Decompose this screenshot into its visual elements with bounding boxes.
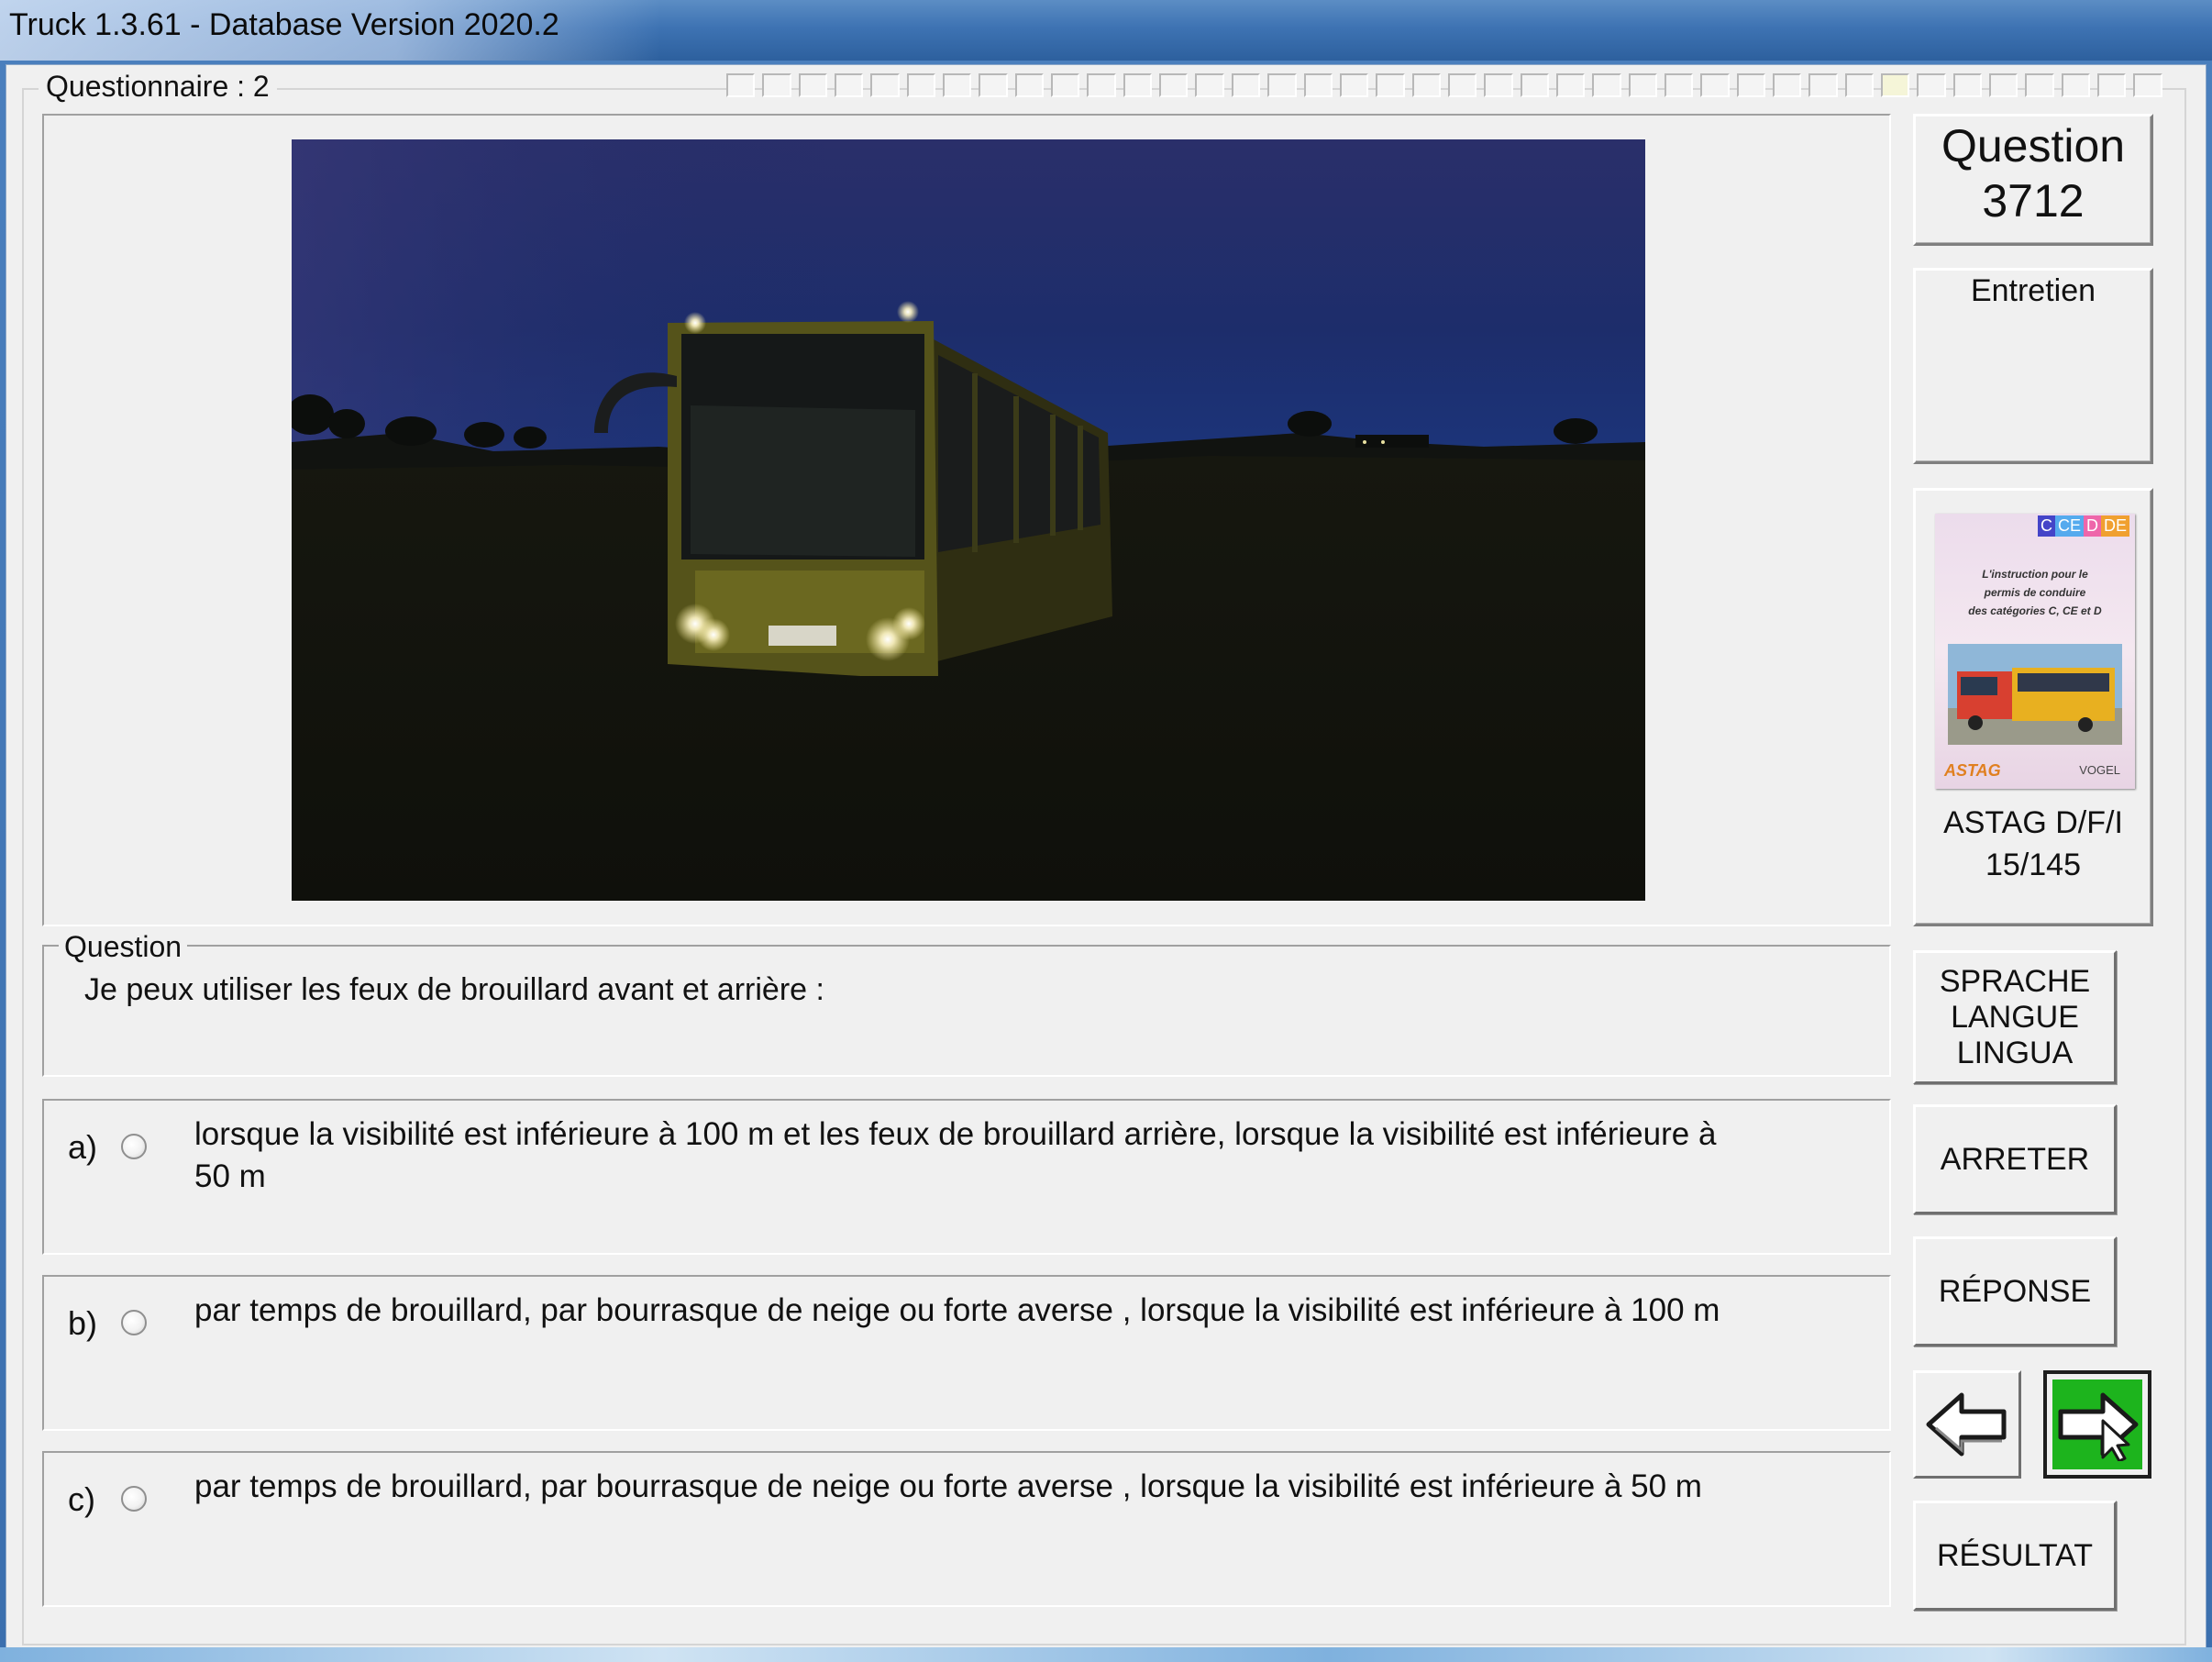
answer-text-b-line1: par temps de brouillard, par bourrasque … [194, 1292, 1720, 1328]
question-text: Je peux utiliser les feux de brouillard … [84, 972, 824, 1007]
question-panel [42, 945, 1891, 1077]
answer-radio-a[interactable] [121, 1134, 147, 1159]
next-button[interactable] [2043, 1370, 2151, 1479]
answer-text-a: lorsque la visibilité est inférieure à 1… [194, 1114, 2029, 1198]
answer-text-c: par temps de brouillard, par bourrasque … [194, 1466, 2029, 1508]
progress-segment [1520, 73, 1549, 97]
reference-book-caption: ASTAG D/F/I 15/145 [1913, 802, 2153, 886]
progress-segment [1700, 73, 1730, 97]
question-number-value: 3712 [1982, 175, 2085, 227]
progress-segment [1772, 73, 1802, 97]
progress-segment [1447, 73, 1477, 97]
language-button[interactable]: SPRACHE LANGUE LINGUA [1913, 950, 2117, 1084]
progress-segment [2025, 73, 2054, 97]
progress-segment [1952, 73, 1983, 97]
progress-segment [2097, 73, 2127, 97]
arrow-right-icon [2058, 1392, 2139, 1461]
progress-segment [1664, 73, 1694, 97]
progress-segment [1195, 73, 1224, 97]
category-badges: C CE D DE [2037, 515, 2129, 537]
night-bus-illustration [292, 139, 1645, 901]
progress-segment [1267, 73, 1297, 97]
stop-button-label: ARRETER [1940, 1141, 2090, 1177]
stop-button[interactable]: ARRETER [1913, 1104, 2117, 1214]
questionnaire-label: Questionnaire : 2 [39, 70, 277, 104]
progress-segment [906, 73, 936, 97]
result-button-label: RÉSULTAT [1936, 1537, 2094, 1573]
answer-button-label: RÉPONSE [1938, 1273, 2092, 1309]
taskbar-strip [0, 1647, 2212, 1662]
progress-segment [1087, 73, 1116, 97]
progress-segment [943, 73, 972, 97]
reference-book-page: 15/145 [1985, 848, 2081, 882]
progress-segment [979, 73, 1008, 97]
answer-letter-a: a) [68, 1128, 98, 1166]
question-image [292, 139, 1645, 901]
publisher-logo-astag: ASTAG [1944, 761, 2001, 780]
answer-text-a-line1: lorsque la visibilité est inférieure à 1… [194, 1116, 1717, 1152]
arrow-left-icon [1926, 1392, 2007, 1457]
progress-segment [1303, 73, 1333, 97]
progress-segment [762, 73, 791, 97]
answer-text-a-line2: 50 m [194, 1158, 266, 1194]
language-button-label-it: LINGUA [1956, 1035, 2074, 1070]
language-button-label-de: SPRACHE [1939, 963, 2091, 999]
progress-segment [1051, 73, 1080, 97]
window-title: Truck 1.3.61 - Database Version 2020.2 [9, 7, 559, 42]
progress-segment [2061, 73, 2091, 97]
progress-segment [1917, 73, 1946, 97]
progress-segment [1736, 73, 1765, 97]
progress-segment [1376, 73, 1405, 97]
reference-book-title: ASTAG D/F/I [1943, 805, 2123, 840]
progress-segment [1231, 73, 1261, 97]
badge-c: C [2037, 515, 2055, 537]
book-cover: C CE D DE L'instruction pour le permis d… [1935, 514, 2135, 789]
language-button-label-fr: LANGUE [1951, 999, 2079, 1035]
answer-letter-c: c) [68, 1480, 95, 1518]
answer-radio-b[interactable] [121, 1310, 147, 1335]
progress-segment [1411, 73, 1441, 97]
publisher-logo-vogel: VOGEL [2079, 763, 2120, 777]
answer-text-c-line1: par temps de brouillard, par bourrasque … [194, 1468, 1702, 1504]
badge-ce: CE [2054, 515, 2084, 537]
progress-segment [1628, 73, 1657, 97]
question-number-title: Question [1941, 120, 2126, 172]
book-cover-text-2: permis de conduire [1984, 586, 2086, 599]
progress-segment [870, 73, 900, 97]
title-bar[interactable]: Truck 1.3.61 - Database Version 2020.2 [0, 0, 2212, 61]
question-section-label: Question [59, 930, 188, 964]
book-cover-vehicles [1948, 644, 2122, 745]
previous-button[interactable] [1913, 1370, 2021, 1479]
progress-segment [2133, 73, 2162, 97]
progress-segment [1592, 73, 1621, 97]
progress-segment [1123, 73, 1153, 97]
progress-segment [1484, 73, 1513, 97]
progress-segment [1989, 73, 2018, 97]
progress-segment [1339, 73, 1369, 97]
book-cover-text: L'instruction pour le permis de conduire… [1935, 565, 2135, 620]
progress-segment [1881, 73, 1910, 97]
answer-button[interactable]: RÉPONSE [1913, 1236, 2117, 1346]
answer-letter-b: b) [68, 1304, 98, 1342]
book-cover-text-3: des catégories C, CE et D [1968, 604, 2102, 617]
badge-de: DE [2100, 515, 2129, 537]
question-progress-bar [726, 73, 2170, 101]
result-button[interactable]: RÉSULTAT [1913, 1501, 2117, 1611]
progress-segment [1014, 73, 1045, 97]
progress-segment [835, 73, 864, 97]
progress-segment [798, 73, 828, 97]
answer-radio-c[interactable] [121, 1486, 147, 1512]
progress-segment [1808, 73, 1838, 97]
book-cover-text-1: L'instruction pour le [1982, 568, 2088, 581]
badge-d: D [2083, 515, 2101, 537]
progress-segment [1844, 73, 1874, 97]
answer-text-b: par temps de brouillard, par bourrasque … [194, 1290, 2029, 1332]
progress-segment [1159, 73, 1189, 97]
progress-segment [1555, 73, 1586, 97]
progress-segment [726, 73, 756, 97]
category-label: Entretien [1970, 273, 2096, 308]
